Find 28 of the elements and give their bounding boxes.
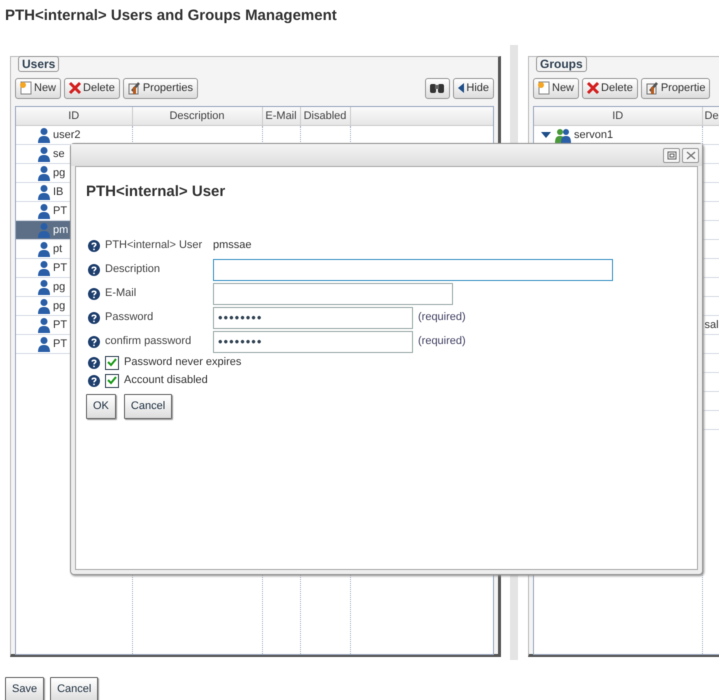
field-label: PTH<internal> User (105, 238, 204, 254)
field-value: pmssae (213, 238, 252, 254)
field-label: Description (105, 262, 162, 278)
id-text: PT (53, 260, 68, 276)
id-text: pg (53, 280, 66, 295)
field-label: E-Mail (105, 286, 138, 302)
id-text: pm (53, 222, 68, 238)
id-text: servon1 (574, 128, 614, 143)
field-label: confirm password (105, 334, 192, 350)
id-text: PT (53, 204, 68, 219)
id-text: pg (53, 166, 66, 181)
id-text: PT (53, 336, 68, 352)
page-title: PTH<internal> Users and Groups Management (5, 6, 338, 26)
required-note: (required) (418, 310, 466, 326)
id-text: user2 (53, 128, 81, 143)
description-text: sal (704, 318, 719, 331)
id-text: pt (53, 242, 62, 257)
field-label: Password (105, 310, 154, 326)
id-text: PT (53, 318, 68, 333)
id-text: pg (53, 298, 66, 314)
panel-legend: Groups (536, 56, 587, 72)
id-text: IB (53, 184, 64, 200)
checkbox-label: Account disabled (124, 373, 208, 388)
panel-legend: Users (18, 56, 60, 72)
checkbox-label: Password never expires (124, 355, 242, 370)
dialog-title: PTH<internal> User (86, 182, 226, 202)
required-note: (required) (418, 334, 466, 350)
id-text: se (53, 146, 65, 162)
